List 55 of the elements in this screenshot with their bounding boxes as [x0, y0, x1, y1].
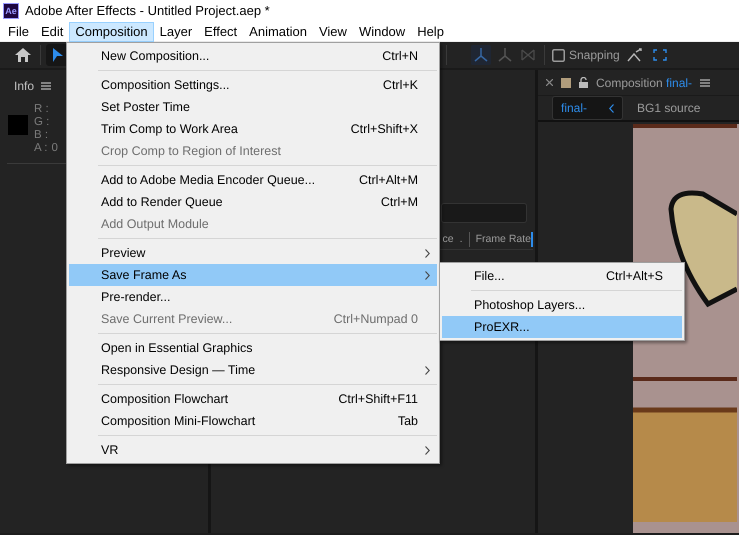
column-header[interactable]: Frame Rate [468, 232, 533, 248]
menu-item[interactable]: ProEXR... [442, 316, 682, 338]
snapping-label: Snapping [569, 47, 620, 64]
breadcrumb-tab[interactable]: BG1 source [629, 97, 708, 119]
lock-icon[interactable] [579, 77, 588, 88]
selection-tool-icon[interactable] [46, 44, 68, 66]
menu-bar-item[interactable]: File [2, 22, 35, 42]
app-logo: Ae [3, 3, 19, 19]
menu-bar-item[interactable]: Layer [154, 22, 198, 42]
menu-item[interactable]: Composition Mini-Flowchart Tab [69, 410, 437, 432]
home-icon[interactable] [14, 47, 32, 63]
menu-item[interactable]: Photoshop Layers... [442, 294, 682, 316]
close-icon[interactable] [546, 79, 553, 86]
channel-label: G : [34, 116, 50, 129]
menu-bar-item[interactable]: Composition [69, 22, 154, 42]
menu-icon[interactable] [41, 82, 52, 90]
color-swatch [561, 78, 571, 88]
column-header[interactable]: ce [442, 232, 454, 248]
menu-item[interactable]: New Composition... Ctrl+N [69, 45, 437, 67]
menu-item[interactable]: Composition Settings... Ctrl+K [69, 74, 437, 96]
menu-item[interactable]: Responsive Design — Time [69, 359, 437, 381]
menu-item[interactable]: Save Frame As [69, 264, 437, 286]
panel-title[interactable]: Info [14, 77, 34, 95]
menu-item[interactable]: Composition Flowchart Ctrl+Shift+F11 [69, 388, 437, 410]
menu-item[interactable]: Preview [69, 242, 437, 264]
menu-item[interactable]: Add to Render Queue Ctrl+M [69, 191, 437, 213]
column-header[interactable]: . [460, 232, 463, 248]
panel-title[interactable]: Composition final- [596, 74, 692, 92]
channel-value: 0 [51, 142, 58, 155]
color-swatch [8, 115, 28, 135]
menu-icon[interactable] [700, 78, 710, 86]
menu-bar-item[interactable]: Help [411, 22, 450, 42]
menu-bar-item[interactable]: Animation [243, 22, 313, 42]
axis-icon[interactable] [471, 45, 491, 65]
menu-item[interactable]: Open in Essential Graphics [69, 337, 437, 359]
channel-label: B : [34, 129, 48, 142]
search-field[interactable] [441, 203, 527, 223]
channel-label: A : [34, 142, 48, 155]
breadcrumb-tab[interactable]: final- [552, 96, 624, 120]
window-title: Adobe After Effects - Untitled Project.aep * [25, 2, 270, 20]
menu-item[interactable]: Set Poster Time [69, 96, 437, 118]
chevron-icon[interactable] [609, 104, 614, 112]
menu-bar-item[interactable]: Window [352, 22, 412, 42]
menu-item[interactable]: Pre-render... [69, 286, 437, 308]
menu-item[interactable]: Add to Adobe Media Encoder Queue... Ctrl+Alt+M [69, 169, 437, 191]
menu-item[interactable]: Trim Comp to Work Area Ctrl+Shift+X [69, 118, 437, 140]
channel-label: R : [34, 103, 49, 116]
snap-icon[interactable] [626, 48, 643, 62]
menu-bar-item[interactable]: Effect [198, 22, 244, 42]
menu-item[interactable]: File... Ctrl+Alt+S [442, 265, 682, 287]
menu-item[interactable]: VR [69, 439, 437, 461]
expand-icon[interactable] [652, 49, 667, 61]
snapping-checkbox[interactable] [552, 48, 565, 62]
menu-bar-item[interactable]: View [312, 22, 353, 42]
menu-bar-item[interactable]: Edit [34, 22, 70, 42]
